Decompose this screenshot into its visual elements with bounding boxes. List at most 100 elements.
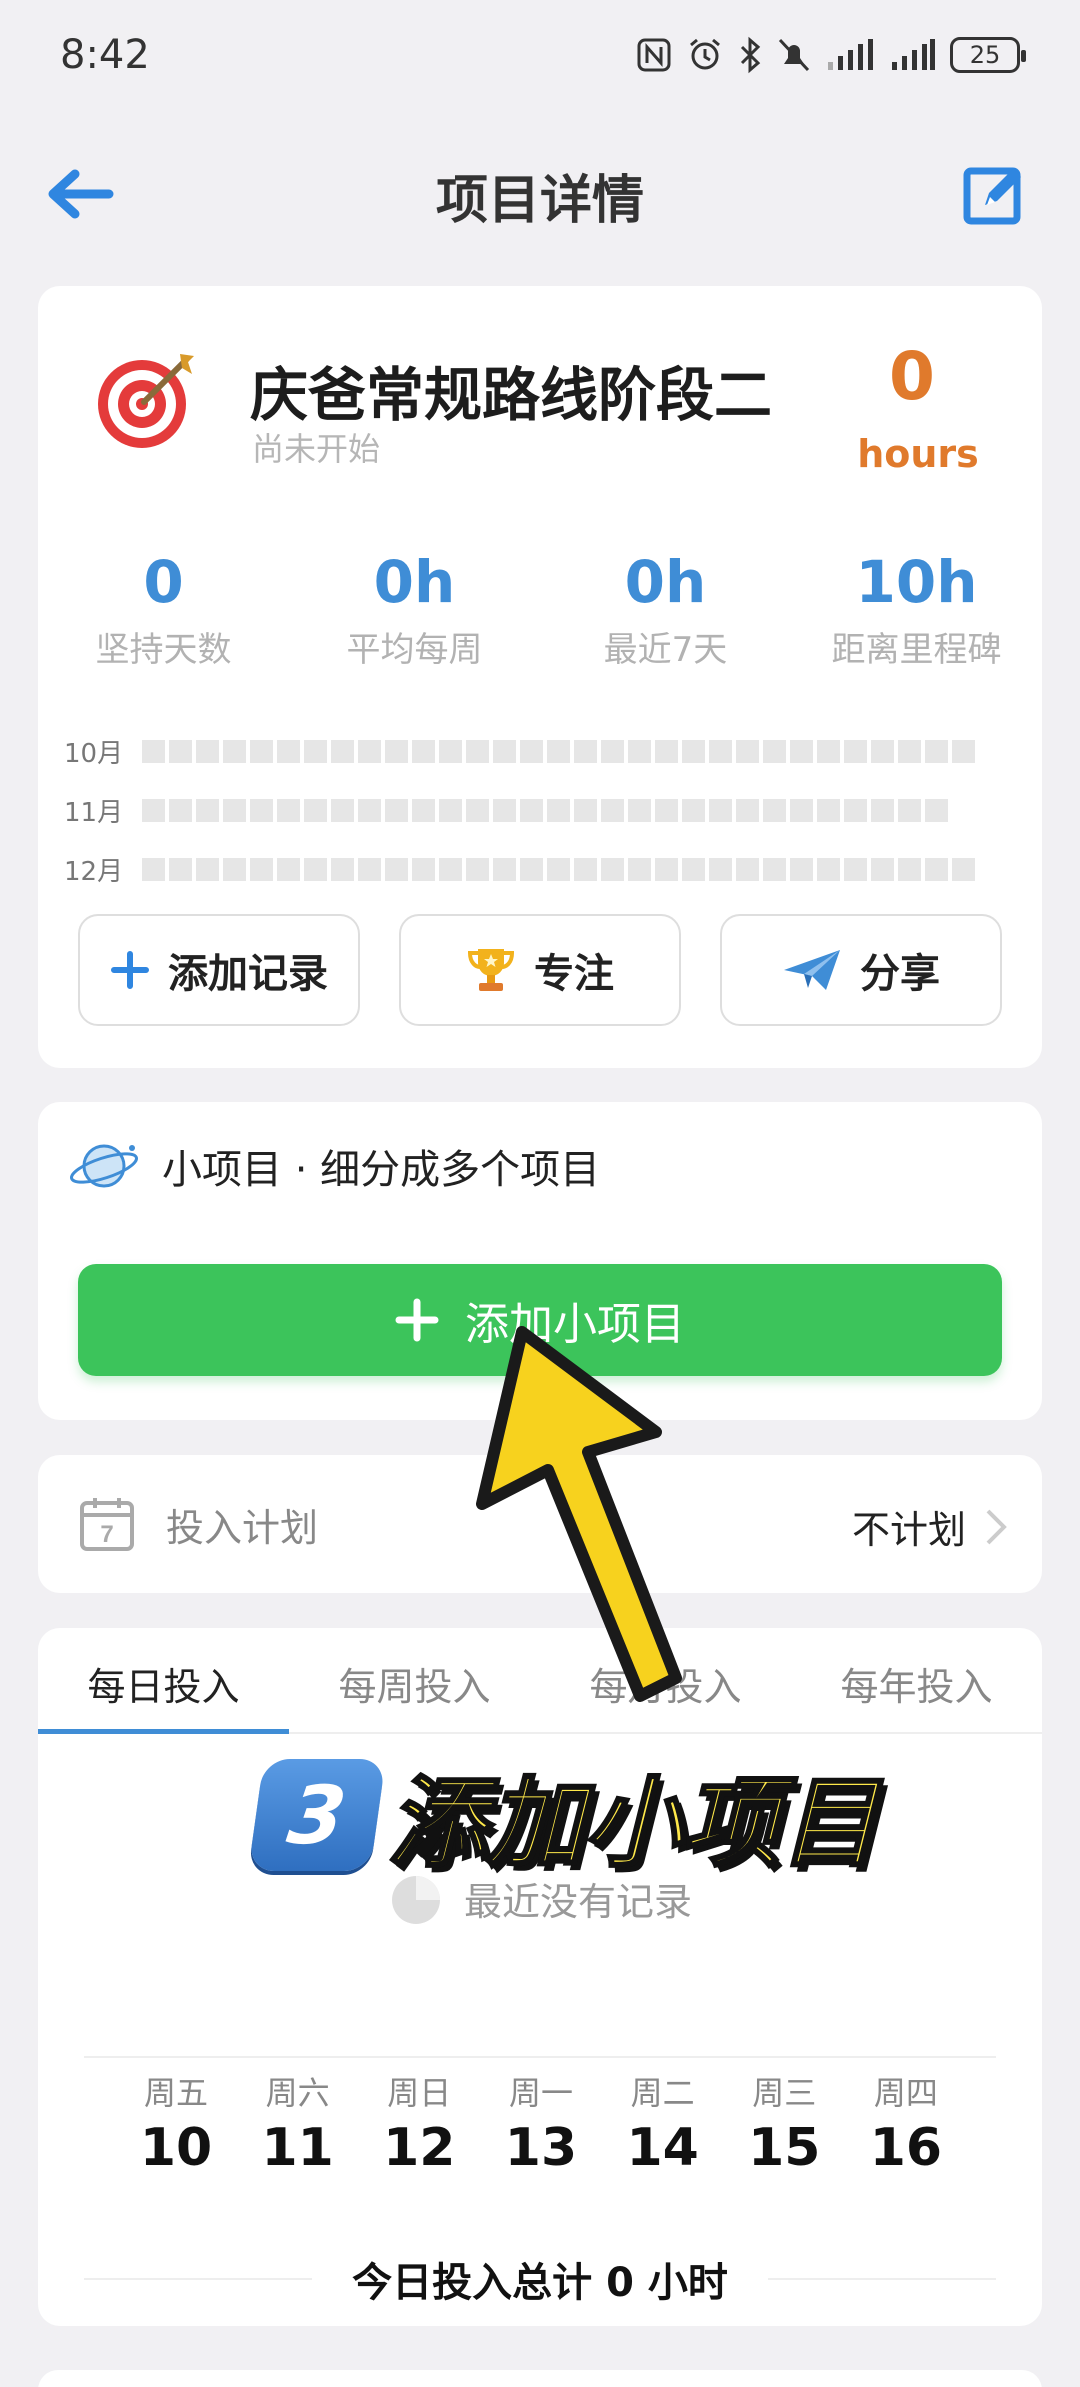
heatmap-cell [250,739,273,763]
heatmap-row-nov: 11月 [64,795,948,828]
daily-total: 今日投入总计 0 小时 [84,2250,996,2308]
day-weekday: 周三 [752,2074,817,2112]
day-item[interactable]: 周日 12 [369,2068,469,2178]
daily-total-text: 今日投入总计 0 小时 [352,2260,728,2306]
heatmap-cell [709,857,732,881]
heatmap-cell [817,739,840,763]
day-item[interactable]: 周一 13 [491,2068,591,2178]
heatmap-cell [142,857,165,881]
day-date: 11 [261,2118,334,2178]
heatmap-cell [196,798,219,822]
heatmap-cell [574,739,597,763]
add-record-button[interactable]: 添加记录 [78,914,360,1026]
day-item[interactable]: 周五 10 [126,2068,226,2178]
day-date: 13 [504,2118,578,2178]
heatmap-cell [169,798,192,822]
heatmap-cell [844,739,867,763]
heatmap-cells [142,739,975,763]
battery-indicator: 25 [950,37,1026,73]
status-icons: 25 [636,36,1026,74]
heatmap-month-label: 11月 [64,797,124,828]
heatmap-cell [736,798,759,822]
heatmap-cell [655,739,678,763]
heatmap-cell [682,739,705,763]
project-status: 尚未开始 [252,430,381,468]
week-days: 周五 10 周六 11 周日 12 周一 13 周二 14 周三 15 周四 16 [126,2068,956,2178]
calendar-icon: 7 [80,1498,134,1551]
day-item[interactable]: 周三 15 [734,2068,834,2178]
heatmap-cell [493,857,516,881]
heatmap-cell [817,798,840,822]
day-date: 15 [748,2118,821,2178]
stat-label: 距离里程碑 [831,630,1002,670]
top-bar: 项目详情 [0,130,1080,250]
heatmap-cell [304,857,327,881]
day-item[interactable]: 周二 14 [613,2068,713,2178]
action-buttons: 添加记录 专注 分享 [78,914,1002,1026]
focus-button[interactable]: 专注 [399,914,681,1026]
nfc-icon [637,38,671,72]
day-weekday: 周四 [873,2074,938,2112]
heatmap-cells [142,857,975,881]
status-time: 8:42 [60,32,150,78]
stat-label: 平均每周 [346,630,483,670]
heatmap-cell [898,739,921,763]
heatmap-cell [196,857,219,881]
heatmap-cell [466,857,489,881]
heatmap-cell [628,798,651,822]
plan-value: 不计划 [851,1508,966,1552]
heatmap-cell [304,739,327,763]
heatmap-cell [520,857,543,881]
edit-button[interactable] [954,154,1034,234]
tab-daily[interactable]: 每日投入 [38,1628,289,1734]
heatmap-cell [547,739,570,763]
chevron-right-icon [986,1509,1007,1544]
divider [84,2056,996,2058]
heatmap-cell [223,798,246,822]
heatmap-cell [439,739,462,763]
heatmap-cell [439,857,462,881]
stat-to-milestone: 10h 距离里程碑 [791,548,1042,671]
day-date: 10 [139,2118,213,2178]
heatmap-cell [169,739,192,763]
heatmap-cell [925,739,948,763]
heatmap-cell [655,857,678,881]
day-weekday: 周二 [630,2074,695,2112]
stat-last-7-days: 0h 最近7天 [540,548,791,671]
heatmap-cell [520,798,543,822]
stat-streak-days: 0 坚持天数 [38,548,289,671]
heatmap-cell [196,739,219,763]
heatmap-cell [709,798,732,822]
day-item[interactable]: 周六 11 [248,2068,348,2178]
heatmap-cell [223,857,246,881]
heatmap-cell [898,857,921,881]
signal-2-icon [892,39,935,70]
stat-value: 10h [855,548,978,616]
heatmap-month-label: 10月 [64,738,124,769]
tutorial-caption: 3 添加小项目 [248,1744,880,1886]
heatmap-cell [331,739,354,763]
heatmap-cell [358,739,381,763]
target-icon [98,354,194,448]
day-item[interactable]: 周四 16 [856,2068,956,2178]
tab-yearly[interactable]: 每年投入 [791,1628,1042,1732]
heatmap-cell [574,857,597,881]
heatmap-cell [952,857,975,881]
share-button[interactable]: 分享 [720,914,1002,1026]
heatmap-cell [412,798,435,822]
plan-label: 投入计划 [166,1505,319,1550]
project-summary-card: 庆爸常规路线阶段二 尚未开始 0 hours 0 坚持天数 0h 平均每周 0h… [38,286,1042,1068]
project-title: 庆爸常规路线阶段二 [250,361,773,429]
heatmap-cell [628,739,651,763]
heatmap-cell [385,739,408,763]
heatmap-cell [898,798,921,822]
heatmap-cell [493,798,516,822]
heatmap-cell [628,857,651,881]
step-number-badge: 3 [248,1759,386,1871]
stats-row: 0 坚持天数 0h 平均每周 0h 最近7天 10h 距离里程碑 [38,548,1042,671]
heatmap-cell [763,739,786,763]
svg-text:7: 7 [100,1521,113,1548]
heatmap-cell [601,739,624,763]
heatmap-cell [439,798,462,822]
heatmap-cell [925,798,948,822]
